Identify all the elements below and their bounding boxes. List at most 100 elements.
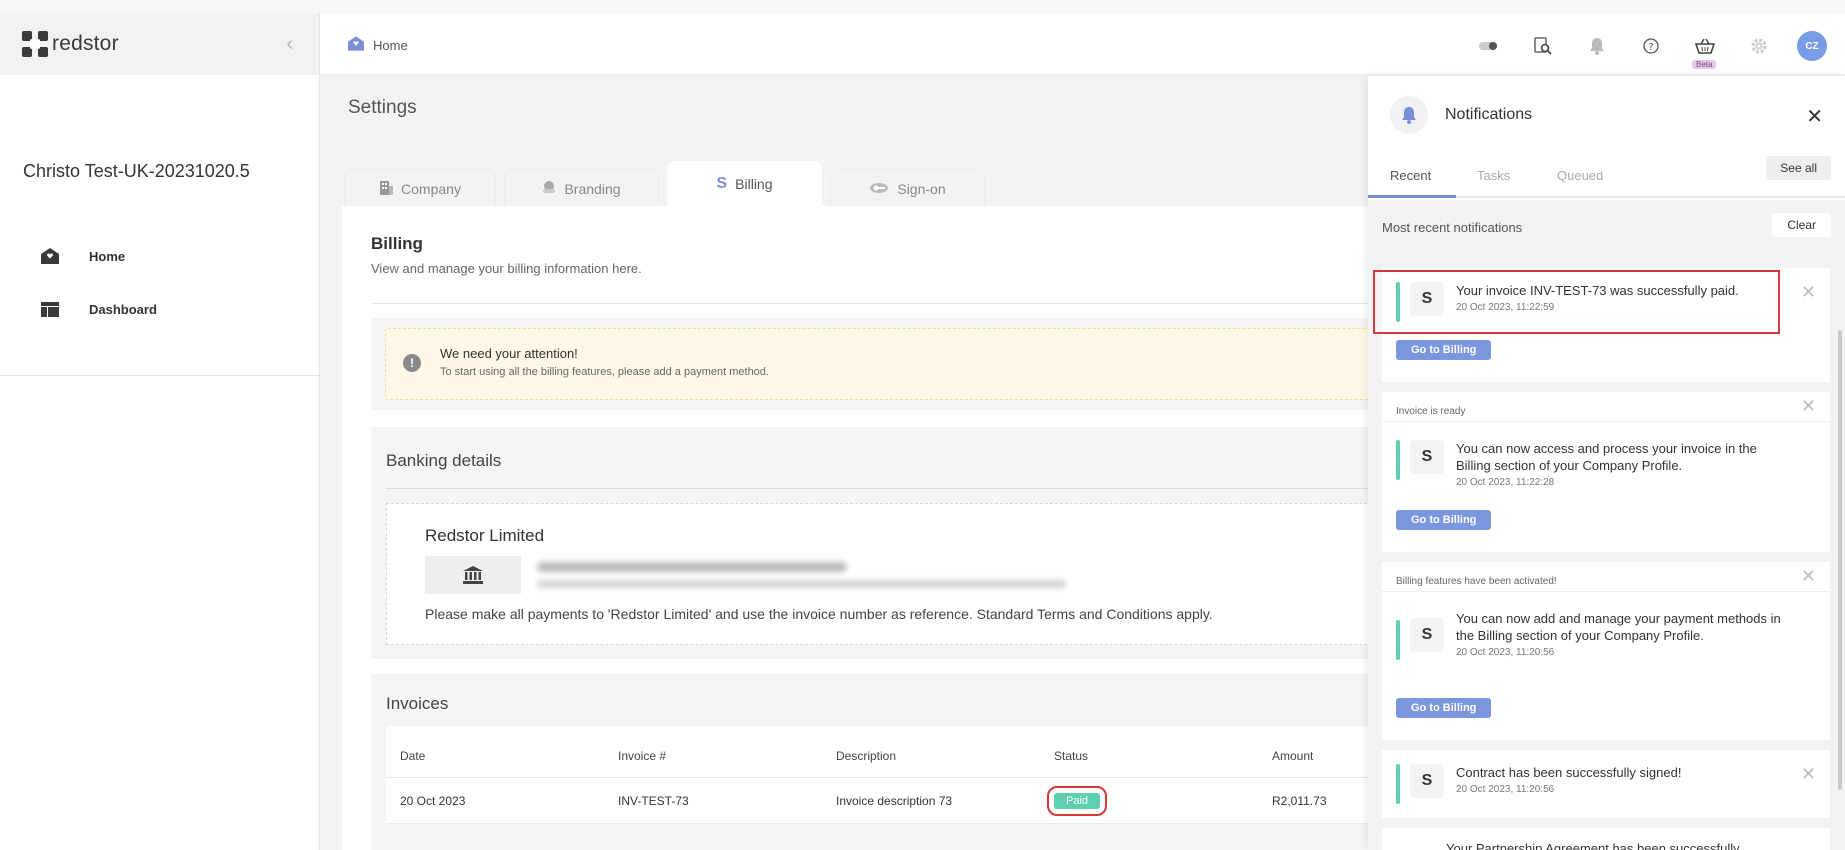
notification-item: ✕ S Contract has been successfully signe… [1382, 750, 1830, 818]
redstor-logo-icon [22, 31, 48, 57]
invoice-description: Invoice description 73 [836, 793, 953, 808]
dismiss-icon[interactable]: ✕ [1801, 282, 1816, 303]
column-header[interactable]: Description [822, 749, 1040, 763]
settings-tabs: Company Branding S Billing Sign-on [344, 161, 993, 207]
column-header[interactable]: Invoice # [604, 749, 822, 763]
column-header[interactable]: Status [1040, 749, 1258, 763]
notification-item: Invoice is ready ✕ S You can now access … [1382, 392, 1830, 552]
payment-note: Please make all payments to 'Redstor Lim… [425, 606, 1213, 622]
table-header: Date Invoice # Description Status Amount [386, 726, 1482, 778]
billing-icon: S [1410, 618, 1444, 652]
notification-message: Contract has been successfully signed! [1456, 765, 1682, 780]
tab-billing[interactable]: S Billing [667, 161, 822, 207]
basket-icon[interactable]: Beta [1691, 32, 1719, 69]
tab-company[interactable]: Company [344, 169, 496, 207]
bank-icon [425, 556, 521, 594]
status-accent [1396, 620, 1400, 660]
column-header[interactable]: Date [386, 749, 604, 763]
notification-item: Your Partnership Agreement has been succ… [1382, 828, 1830, 850]
dollar-icon: S [716, 175, 728, 192]
bank-details-box: Redstor Limited Please make all payments… [386, 503, 1482, 645]
close-icon[interactable]: ✕ [1806, 104, 1823, 129]
attention-alert-wrapper: ! We need your attention! To start using… [371, 318, 1482, 410]
sidebar-divider [0, 375, 320, 376]
breadcrumb[interactable]: Home [348, 36, 408, 54]
sidebar-item-home[interactable]: Home [40, 247, 125, 265]
divider [371, 303, 1471, 304]
go-to-billing-button[interactable]: Go to Billing [1396, 340, 1492, 360]
gear-icon[interactable] [1745, 32, 1773, 60]
notification-content: S Contract has been successfully signed!… [1396, 764, 1786, 804]
notification-time: 20 Oct 2023, 11:22:28 [1456, 477, 1555, 488]
home-icon [348, 36, 364, 54]
tab-label: Billing [735, 176, 773, 192]
bell-icon [1390, 96, 1428, 134]
billing-card: Billing View and manage your billing inf… [342, 206, 1482, 850]
notification-header: Invoice is ready [1382, 392, 1830, 422]
notification-message: Your Partnership Agreement has been succ… [1446, 841, 1740, 850]
notifications-panel: Notifications ✕ Recent Tasks Queued See … [1368, 76, 1845, 850]
notification-content: S You can now add and manage your paymen… [1396, 610, 1786, 660]
highlight-box [1373, 270, 1780, 334]
billing-title: Billing [371, 234, 423, 253]
scrollbar[interactable] [1838, 330, 1842, 790]
notification-header: Billing features have been activated! [1382, 562, 1830, 592]
tab-label: Sign-on [897, 180, 946, 197]
sidebar-item-dashboard[interactable]: Dashboard [40, 300, 157, 318]
go-to-billing-button[interactable]: Go to Billing [1396, 698, 1492, 718]
billing-subtitle: View and manage your billing information… [371, 261, 642, 276]
beta-badge: Beta [1692, 60, 1717, 69]
alert-text: To start using all the billing features,… [440, 366, 769, 378]
dismiss-icon[interactable]: ✕ [1801, 396, 1816, 417]
sidebar-item-label: Home [89, 248, 126, 264]
sidebar-item-label: Dashboard [89, 301, 157, 317]
invoice-date: 20 Oct 2023 [400, 793, 466, 808]
help-icon[interactable]: ? [1637, 32, 1665, 60]
dismiss-icon[interactable]: ✕ [1801, 566, 1816, 587]
notification-item: Billing features have been activated! ✕ … [1382, 562, 1830, 740]
billing-icon: S [1410, 440, 1444, 474]
header-icons: ? Beta CZ [1449, 31, 1827, 69]
see-all-button[interactable]: See all [1766, 156, 1831, 180]
attention-alert: ! We need your attention! To start using… [385, 328, 1468, 400]
alert-title: We need your attention! [440, 346, 578, 361]
bank-company-name: Redstor Limited [425, 526, 545, 545]
blurred-account-codes [537, 580, 1067, 588]
breadcrumb-label: Home [373, 37, 408, 53]
divider [386, 488, 1482, 489]
tab-recent[interactable]: Recent [1390, 168, 1431, 183]
tab-branding[interactable]: Branding [504, 169, 659, 207]
billing-icon: S [1410, 764, 1444, 798]
tab-label: Company [401, 180, 461, 197]
go-to-billing-button[interactable]: Go to Billing [1396, 510, 1492, 530]
status-badge: Paid [1046, 785, 1108, 816]
banking-title: Banking details [386, 451, 502, 470]
notification-content: Your Partnership Agreement has been succ… [1446, 840, 1776, 850]
logo-bar: redstor ‹ [0, 13, 319, 75]
invoice-number: INV-TEST-73 [618, 793, 689, 808]
cloud-key-icon [869, 180, 889, 197]
invoice-status-cell: Paid [1040, 785, 1258, 816]
dismiss-icon[interactable]: ✕ [1801, 764, 1816, 785]
home-icon [40, 247, 60, 265]
search-document-icon[interactable] [1529, 32, 1557, 60]
banking-details-section: Banking details Redstor Limited Please m… [371, 427, 1482, 659]
tab-sign-on[interactable]: Sign-on [830, 169, 985, 207]
invoices-title: Invoices [386, 694, 449, 713]
tab-queued[interactable]: Queued [1557, 168, 1603, 183]
header: Home ? Beta CZ [320, 13, 1845, 75]
tab-tasks[interactable]: Tasks [1477, 168, 1510, 183]
dashboard-icon [40, 300, 60, 318]
svg-text:?: ? [1648, 42, 1653, 53]
notification-message: You can now add and manage your payment … [1456, 611, 1781, 643]
avatar[interactable]: CZ [1797, 31, 1827, 61]
toggle-icon[interactable] [1475, 32, 1503, 60]
palette-icon [542, 180, 556, 197]
collapse-sidebar-icon[interactable]: ‹ [286, 33, 293, 56]
blurred-account-details [537, 562, 847, 572]
clear-button[interactable]: Clear [1772, 213, 1831, 237]
bell-icon[interactable] [1583, 32, 1611, 60]
notifications-title: Notifications [1445, 106, 1533, 123]
table-row[interactable]: 20 Oct 2023 INV-TEST-73 Invoice descript… [386, 778, 1482, 824]
notification-message: You can now access and process your invo… [1456, 441, 1757, 473]
